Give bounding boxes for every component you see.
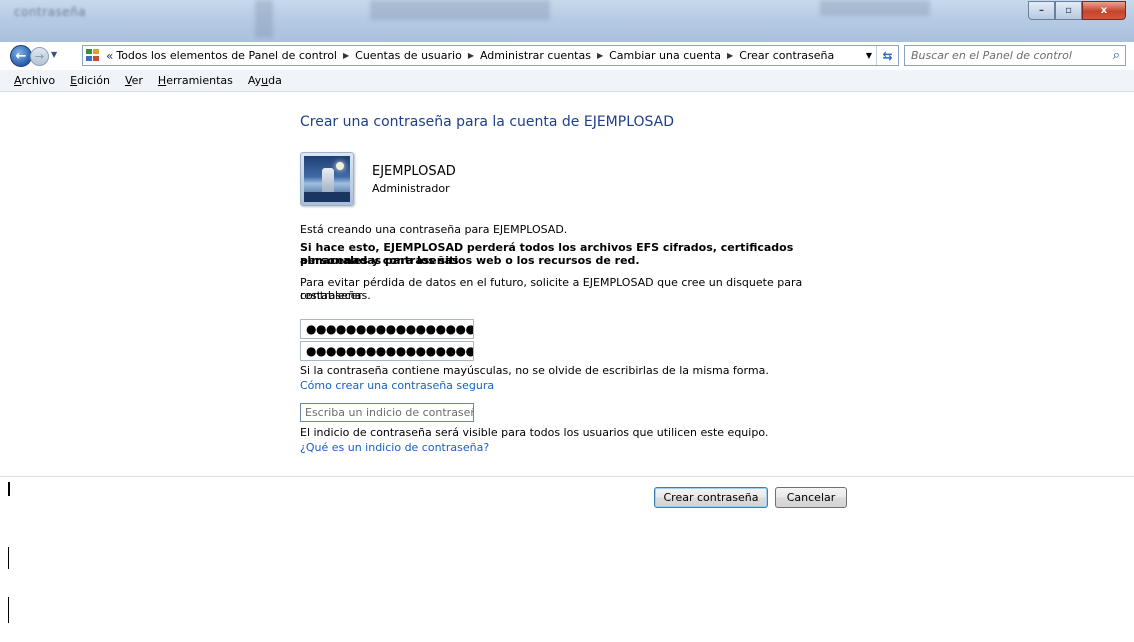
back-arrow-icon: ←	[15, 48, 27, 64]
breadcrumb: Todos los elementos de Panel de control …	[116, 49, 834, 62]
breadcrumb-separator-icon[interactable]: ▶	[468, 51, 474, 60]
refresh-icon: ⇆	[882, 48, 893, 63]
avatar	[300, 152, 354, 206]
search-icon[interactable]: ⌕	[1113, 48, 1120, 63]
control-panel-icon	[86, 48, 102, 63]
title-blur-band	[370, 0, 550, 20]
breadcrumb-separator-icon[interactable]: ▶	[727, 51, 733, 60]
left-edge-mark	[8, 547, 9, 569]
title-bar: contraseña – ▫ x	[0, 0, 1134, 42]
breadcrumb-separator-icon[interactable]: ▶	[597, 51, 603, 60]
forward-arrow-icon: →	[34, 50, 45, 63]
menu-accel: H	[157, 74, 167, 87]
breadcrumb-item[interactable]: Crear contraseña	[739, 49, 834, 62]
menu-archivo[interactable]: Archivo	[14, 74, 55, 87]
maximize-button[interactable]: ▫	[1055, 1, 1082, 20]
password-hint-field[interactable]	[300, 403, 474, 422]
advice-text-line2: contraseñas.	[300, 289, 371, 302]
search-box: ⌕	[904, 45, 1126, 66]
cancel-button[interactable]: Cancelar	[775, 487, 847, 508]
create-password-button[interactable]: Crear contraseña	[654, 487, 768, 508]
caps-note-text: Si la contraseña contiene mayúsculas, no…	[300, 364, 769, 377]
warning-text-line2: almacenadas para los sitios web o los re…	[300, 254, 640, 267]
left-edge-mark	[8, 482, 10, 496]
menu-accel: A	[14, 74, 22, 87]
minimize-button[interactable]: –	[1028, 1, 1055, 20]
address-bar[interactable]: « Todos los elementos de Panel de contro…	[82, 45, 899, 66]
breadcrumb-item[interactable]: Todos los elementos de Panel de control	[116, 49, 337, 62]
menu-label: dición	[77, 74, 110, 87]
maximize-icon: ▫	[1065, 5, 1072, 16]
refresh-button[interactable]: ⇆	[876, 46, 898, 65]
menu-label: da	[268, 74, 282, 87]
close-button[interactable]: x	[1082, 1, 1126, 20]
back-button[interactable]: ←	[10, 45, 32, 67]
secure-password-link[interactable]: Cómo crear una contraseña segura	[300, 379, 494, 392]
menu-label: rchivo	[21, 74, 56, 87]
menu-ver[interactable]: Ver	[125, 74, 143, 87]
menu-edicion[interactable]: Edición	[70, 74, 110, 87]
close-icon: x	[1100, 5, 1108, 16]
menu-label: er	[131, 74, 143, 87]
search-input[interactable]	[911, 49, 1101, 62]
breadcrumb-item[interactable]: Cambiar una cuenta	[609, 49, 721, 62]
menu-label: Ay	[247, 74, 262, 87]
recent-pages-dropdown-icon[interactable]: ▼	[51, 50, 57, 59]
menu-label: erramientas	[166, 74, 233, 87]
overflow-chevron-icon[interactable]: «	[106, 49, 113, 63]
hint-note-text: El indicio de contraseña será visible pa…	[300, 426, 769, 439]
intro-text: Está creando una contraseña para EJEMPLO…	[300, 223, 568, 236]
forward-button[interactable]: →	[30, 47, 49, 66]
confirm-password-field[interactable]: ●●●●●●●●●●●●●●●●●●●●●●	[300, 341, 474, 361]
navigation-bar: ← → ▼ « Todos los elementos de Panel de …	[0, 42, 1134, 70]
title-blur-band	[255, 0, 273, 38]
page-title: Crear una contraseña para la cuenta de E…	[300, 114, 675, 130]
what-is-hint-link[interactable]: ¿Qué es un indicio de contraseña?	[300, 441, 489, 454]
menu-accel: V	[124, 74, 132, 87]
menu-bar: Archivo Edición Ver Herramientas Ayuda	[0, 70, 1134, 92]
divider	[0, 476, 1134, 477]
window-controls: – ▫ x	[1028, 1, 1126, 20]
breadcrumb-item[interactable]: Cuentas de usuario	[355, 49, 462, 62]
account-role: Administrador	[372, 182, 450, 195]
menu-ayuda[interactable]: Ayuda	[248, 74, 282, 87]
window-title: contraseña	[14, 5, 87, 19]
address-dropdown-icon[interactable]: ▼	[866, 51, 872, 60]
lighthouse-picture-icon	[304, 156, 350, 202]
title-blur-band	[820, 0, 930, 16]
account-name: EJEMPLOSAD	[372, 164, 456, 179]
menu-herramientas[interactable]: Herramientas	[158, 74, 233, 87]
new-password-field[interactable]: ●●●●●●●●●●●●●●●●●●●●●●	[300, 319, 474, 339]
breadcrumb-item[interactable]: Administrar cuentas	[480, 49, 591, 62]
main-content: Crear una contraseña para la cuenta de E…	[0, 92, 1134, 642]
breadcrumb-separator-icon[interactable]: ▶	[343, 51, 349, 60]
left-edge-mark	[8, 597, 9, 623]
minimize-icon: –	[1039, 5, 1044, 16]
